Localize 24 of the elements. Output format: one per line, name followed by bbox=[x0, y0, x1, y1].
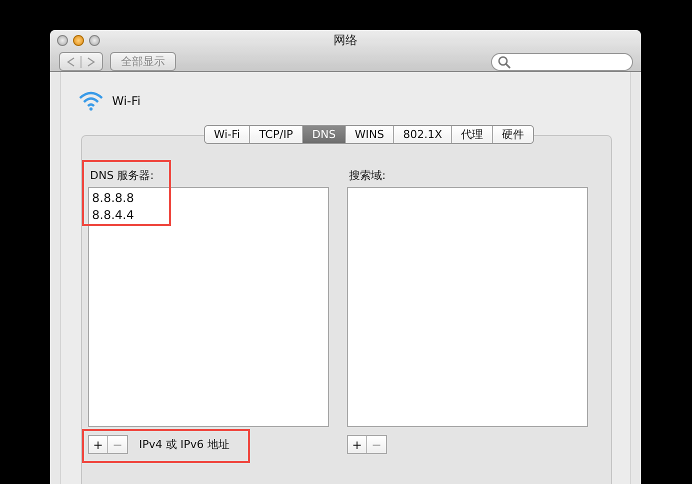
dns-server-entry[interactable]: 8.8.4.4 bbox=[92, 207, 134, 224]
dns-servers-label: DNS 服务器: bbox=[90, 168, 155, 183]
tab[interactable]: 802.1X bbox=[394, 126, 452, 143]
zoom-icon[interactable] bbox=[89, 35, 100, 46]
add-button[interactable]: + bbox=[89, 436, 108, 453]
tab[interactable]: TCP/IP bbox=[250, 126, 304, 143]
tab[interactable]: DNS bbox=[303, 126, 346, 143]
search-field[interactable] bbox=[491, 52, 633, 70]
back-forward-control[interactable] bbox=[59, 52, 103, 71]
wifi-icon bbox=[78, 90, 104, 112]
tab[interactable]: 硬件 bbox=[493, 126, 534, 143]
search-domains-label: 搜索域: bbox=[349, 168, 387, 183]
add-button[interactable]: + bbox=[348, 436, 367, 453]
window-title: 网络 bbox=[334, 32, 358, 48]
service-name: Wi-Fi bbox=[112, 94, 141, 108]
search-icon bbox=[497, 54, 511, 68]
close-icon[interactable] bbox=[57, 35, 68, 46]
dns-server-entry[interactable]: 8.8.8.8 bbox=[92, 190, 134, 207]
tab[interactable]: 代理 bbox=[452, 126, 494, 143]
dns-server-list[interactable]: 8.8.8.8 8.8.4.4 bbox=[88, 187, 329, 427]
address-hint: IPv4 或 IPv6 地址 bbox=[139, 437, 230, 452]
minimize-icon[interactable] bbox=[73, 35, 84, 46]
tab[interactable]: Wi-Fi bbox=[204, 126, 250, 143]
tab[interactable]: WINS bbox=[346, 126, 394, 143]
